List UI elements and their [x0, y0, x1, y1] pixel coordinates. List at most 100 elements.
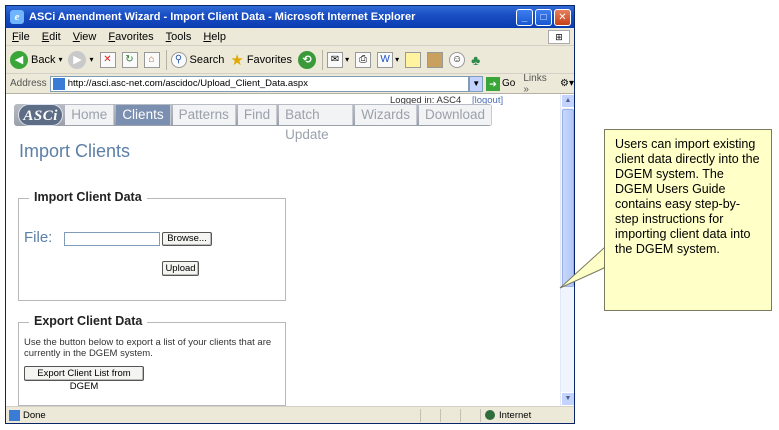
forward-arrow-icon: ▶ [68, 50, 87, 69]
export-legend: Export Client Data [29, 314, 148, 328]
favorites-button[interactable]: ★ Favorites [230, 51, 292, 69]
chevron-down-icon: ▾ [58, 55, 63, 64]
printer-icon: ⎙ [355, 51, 372, 68]
history-button[interactable]: ⟲ [298, 50, 317, 69]
menu-file[interactable]: File [6, 31, 36, 43]
page-title: Import Clients [19, 141, 131, 161]
scroll-down-arrow-icon[interactable]: ▼ [561, 392, 574, 406]
research-button[interactable] [427, 51, 444, 68]
edit-button[interactable]: W ▾ [377, 51, 400, 68]
menu-help[interactable]: Help [197, 31, 232, 43]
favorites-label: Favorites [246, 53, 293, 66]
scroll-up-arrow-icon[interactable]: ▲ [561, 94, 574, 108]
menu-favorites[interactable]: Favorites [102, 31, 159, 43]
home-button[interactable]: ⌂ [143, 51, 160, 68]
page-viewport: Logged in: ASC4 [logout] ASCi Home Clien… [6, 94, 560, 406]
vertical-scrollbar[interactable]: ▲ ▼ [560, 94, 574, 406]
nav-clients[interactable]: Clients [116, 105, 171, 125]
address-input[interactable]: http://asci.asc-net.com/ascidoc/Upload_C… [49, 75, 470, 92]
refresh-icon: ↻ [121, 51, 138, 68]
stop-icon: ✕ [99, 51, 116, 68]
home-icon: ⌂ [143, 51, 160, 68]
star-icon: ★ [230, 51, 244, 69]
address-label: Address [10, 78, 47, 89]
status-cell [420, 408, 440, 422]
back-label: Back [31, 53, 56, 66]
mail-button[interactable]: ✉ ▾ [327, 51, 350, 68]
status-text: Done [23, 409, 46, 421]
page-done-icon [9, 409, 20, 421]
close-button[interactable]: ✕ [554, 8, 571, 26]
search-label: Search [189, 53, 225, 66]
globe-icon [485, 410, 495, 420]
toolbar-separator [322, 49, 324, 70]
people-button[interactable]: ♣ [471, 52, 480, 68]
print-button[interactable]: ⎙ [355, 51, 372, 68]
security-zone: Internet [480, 408, 574, 422]
import-fieldset: Import Client Data File: Browse... Uploa… [18, 190, 286, 301]
messenger-button[interactable]: ☺ [449, 51, 466, 68]
note-icon [405, 51, 422, 68]
ie-extension-icon[interactable]: ⚙▾ [560, 78, 574, 89]
refresh-button[interactable]: ↻ [121, 51, 138, 68]
export-description: Use the button below to export a list of… [24, 337, 272, 359]
chevron-down-icon: ▾ [345, 55, 350, 64]
browse-button[interactable]: Browse... [162, 232, 212, 246]
import-legend: Import Client Data [29, 190, 147, 204]
history-icon: ⟲ [298, 50, 317, 69]
ie-logo-icon: e [10, 10, 24, 24]
status-cell [460, 408, 480, 422]
zone-label: Internet [499, 409, 532, 421]
nav-download[interactable]: Download [418, 105, 492, 125]
maximize-button[interactable]: □ [535, 8, 552, 26]
people-icon: ♣ [471, 51, 481, 68]
asci-logo[interactable]: ASCi [18, 104, 64, 126]
links-label: Links [523, 72, 547, 84]
address-dropdown-button[interactable]: ▼ [469, 75, 484, 92]
callout-note: Users can import existing client data di… [604, 129, 772, 311]
discuss-button[interactable] [405, 51, 422, 68]
links-button[interactable]: Links » [523, 73, 554, 95]
nav-patterns[interactable]: Patterns [172, 105, 236, 125]
chevron-down-icon: ▾ [89, 55, 94, 64]
title-bar: e ASCi Amendment Wizard - Import Client … [6, 6, 574, 28]
file-path-input[interactable] [64, 232, 160, 246]
stop-button[interactable]: ✕ [99, 51, 116, 68]
menu-view[interactable]: View [67, 31, 103, 43]
file-label: File: [24, 229, 53, 246]
nav-home[interactable]: Home [65, 105, 115, 125]
scroll-thumb[interactable] [562, 109, 574, 287]
back-arrow-icon: ◀ [10, 50, 28, 69]
toolbar: ◀ Back ▾ ▶ ▾ ✕ ↻ ⌂ ⚲ Search ★ Favorites … [6, 46, 574, 74]
export-fieldset: Export Client Data Use the button below … [18, 314, 286, 406]
minimize-button[interactable]: _ [516, 8, 533, 26]
mail-icon: ✉ [327, 51, 344, 68]
go-label: Go [502, 78, 516, 89]
word-icon: W [377, 51, 394, 68]
go-button[interactable]: ➔ Go [486, 76, 516, 91]
status-cell [440, 408, 460, 422]
book-icon [427, 51, 444, 68]
go-arrow-icon: ➔ [486, 76, 501, 91]
address-url: http://asci.asc-net.com/ascidoc/Upload_C… [67, 78, 308, 89]
window-title: ASCi Amendment Wizard - Import Client Da… [29, 11, 416, 23]
upload-button[interactable]: Upload [162, 261, 199, 276]
nav-find[interactable]: Find [237, 105, 278, 125]
export-client-list-button[interactable]: Export Client List from DGEM [24, 366, 144, 392]
page-icon [52, 77, 65, 90]
search-button[interactable]: ⚲ Search [170, 51, 225, 68]
address-bar: Address http://asci.asc-net.com/ascidoc/… [6, 73, 574, 95]
site-nav: ASCi Home Clients Patterns Find Batch Up… [14, 104, 492, 142]
chevron-down-icon: ▾ [395, 55, 400, 64]
messenger-icon: ☺ [449, 51, 466, 68]
forward-button[interactable]: ▶ ▾ [68, 50, 94, 69]
menu-edit[interactable]: Edit [36, 31, 67, 43]
menu-bar: File Edit View Favorites Tools Help ⊞ [6, 28, 574, 46]
browser-window: e ASCi Amendment Wizard - Import Client … [5, 5, 575, 424]
menu-tools[interactable]: Tools [160, 31, 198, 43]
back-button[interactable]: ◀ Back ▾ [10, 50, 63, 69]
nav-batch-update[interactable]: Batch Update [279, 105, 354, 142]
nav-wizards[interactable]: Wizards [355, 105, 417, 125]
status-bar: Done Internet [6, 406, 574, 423]
windows-flag-icon: ⊞ [548, 29, 570, 44]
